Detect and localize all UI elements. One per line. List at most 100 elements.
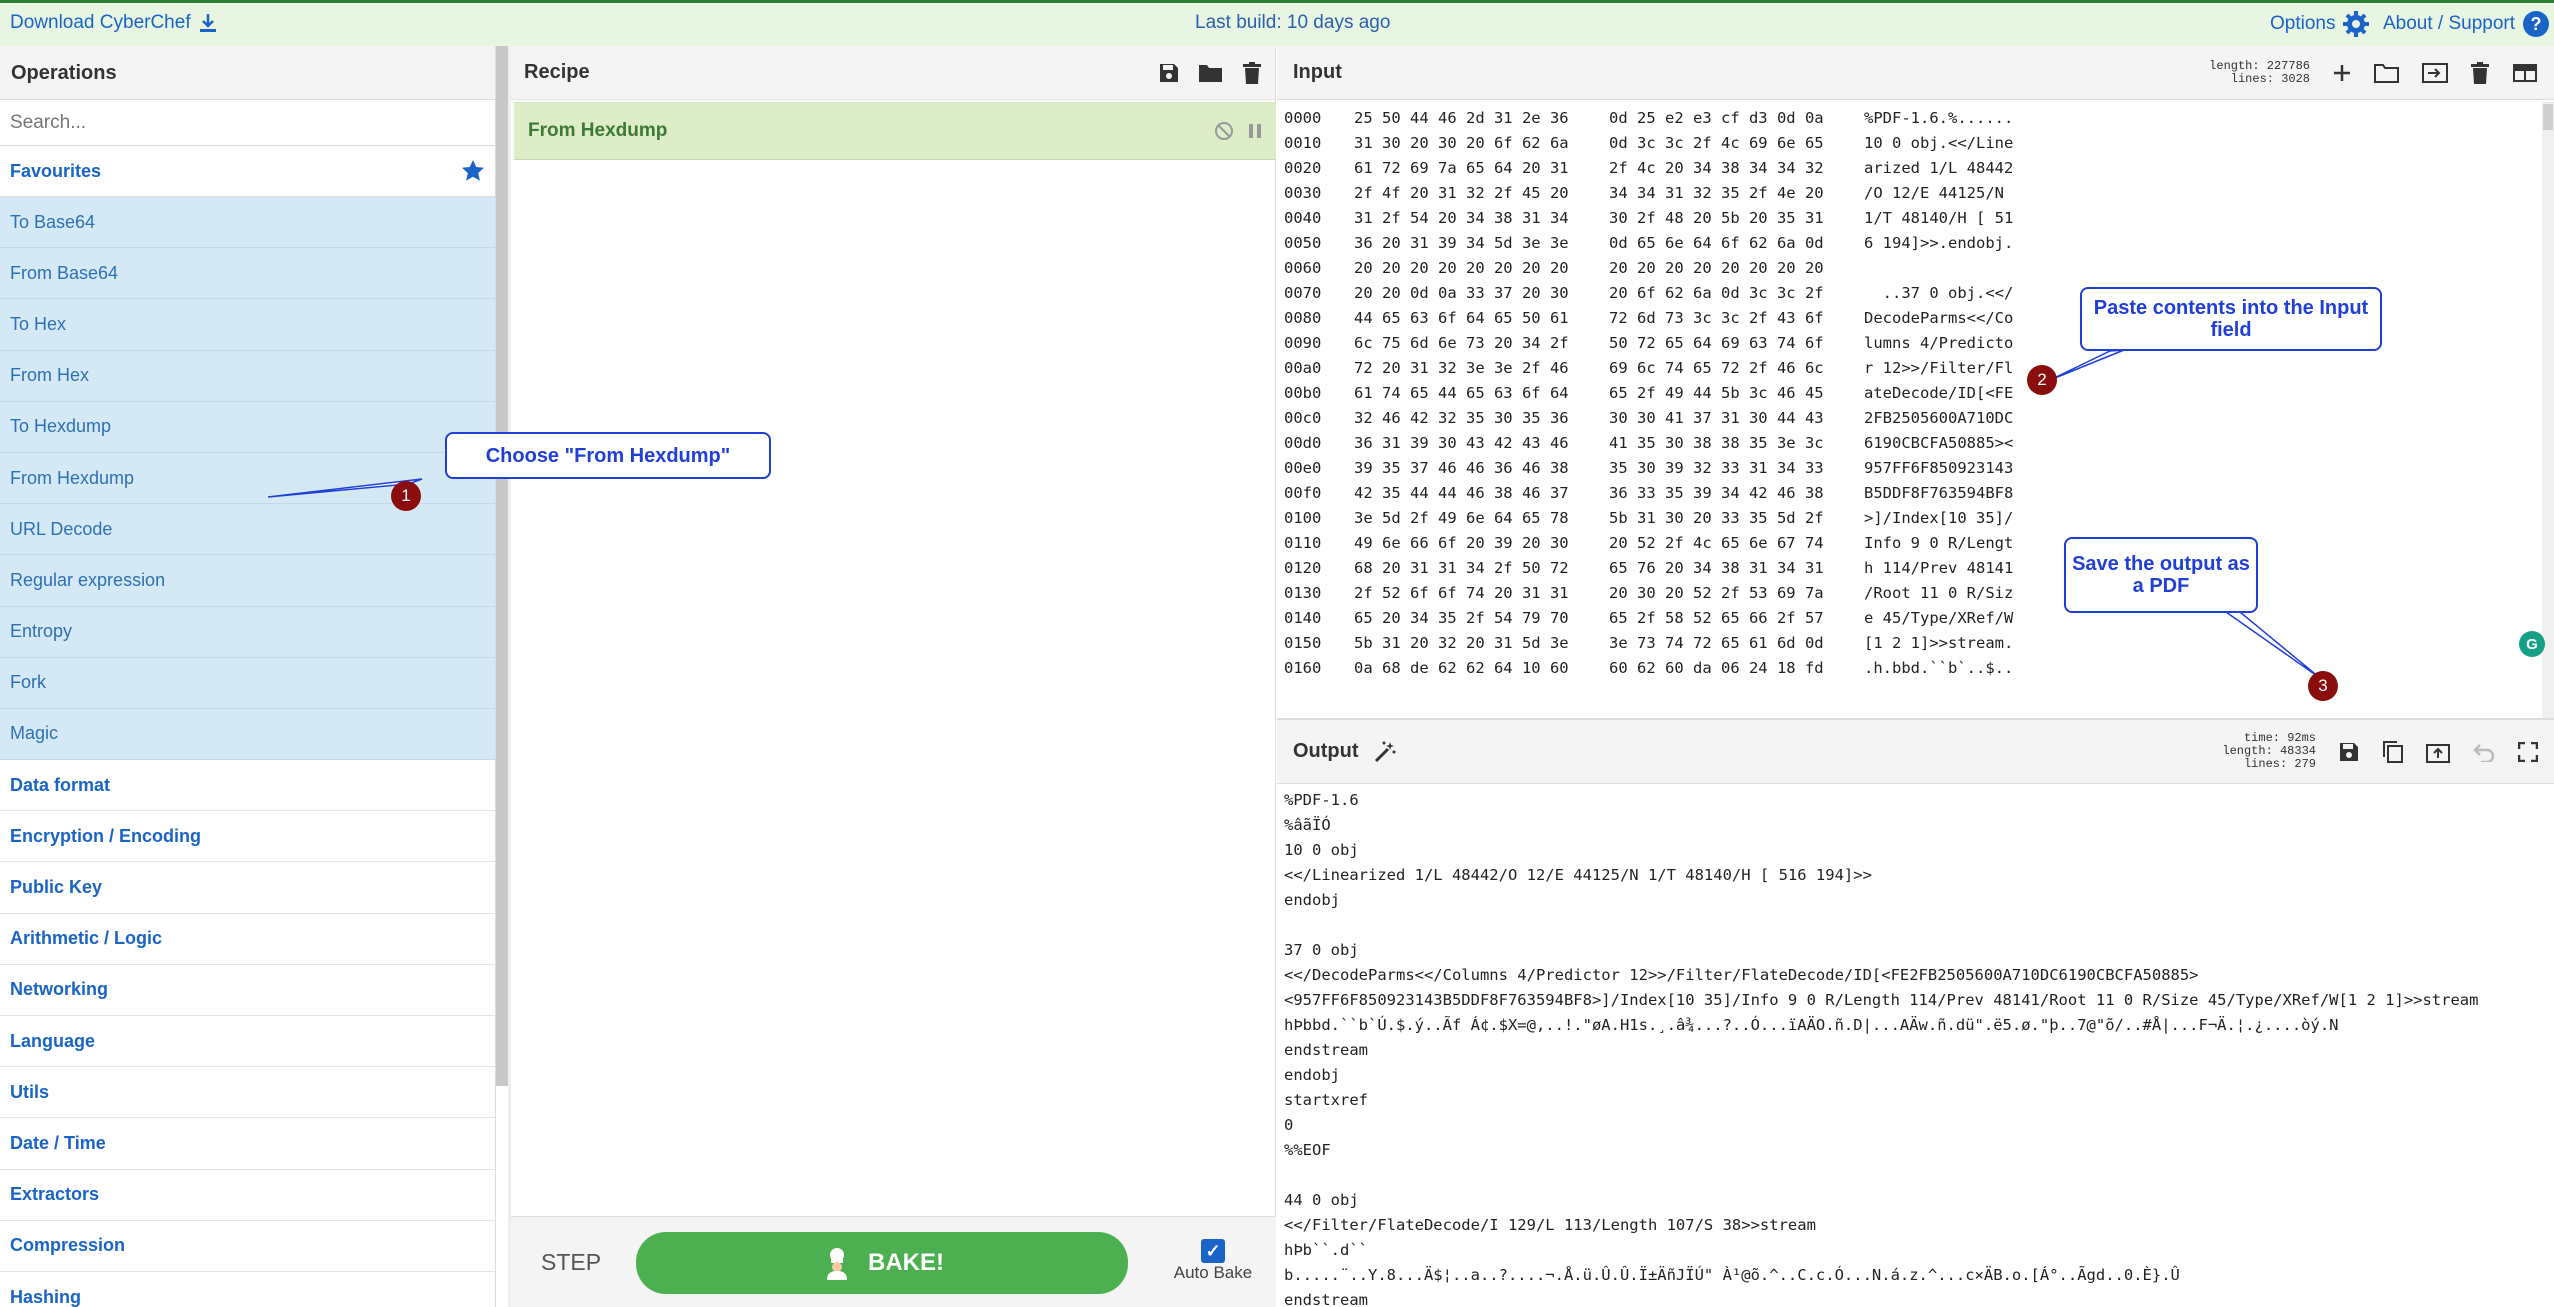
add-tab-icon[interactable]	[2332, 63, 2352, 83]
hexdump-bytes: 65 2f 58 52 65 66 2f 57	[1609, 609, 1824, 627]
save-recipe-icon[interactable]	[1158, 62, 1180, 84]
hexdump-ascii: /Root 11 0 R/Siz	[1864, 584, 2014, 602]
maximize-icon[interactable]	[2518, 741, 2538, 762]
category-public-key[interactable]: Public Key	[0, 862, 495, 914]
hexdump-bytes: 65 2f 49 44 5b 3c 46 45	[1609, 384, 1824, 402]
layout-icon[interactable]	[2512, 63, 2538, 83]
category-data-format[interactable]: Data format	[0, 760, 495, 812]
star-icon[interactable]	[461, 159, 485, 183]
category-label[interactable]: Data format	[10, 775, 110, 796]
input-textarea[interactable]: 0000 25 50 44 46 2d 31 2e 36 0d 25 e2 e3 c…	[1284, 106, 2538, 718]
op-regular-expression[interactable]: Regular expression	[0, 555, 495, 607]
output-text[interactable]: %PDF-1.6 %âãÏÓ 10 0 obj <</Linearized 1/L 4…	[1284, 788, 2538, 1307]
op-entropy[interactable]: Entropy	[0, 606, 495, 658]
download-icon[interactable]	[199, 13, 217, 33]
op-to-base64[interactable]: To Base64	[0, 197, 495, 249]
category-language[interactable]: Language	[0, 1016, 495, 1068]
op-label[interactable]: From Hex	[10, 365, 89, 386]
pause-op-icon[interactable]	[1248, 122, 1262, 140]
category-label[interactable]: Encryption / Encoding	[10, 826, 201, 847]
favourites-header[interactable]: Favourites	[0, 146, 495, 197]
load-recipe-icon[interactable]	[1198, 62, 1224, 84]
op-label[interactable]: To Hexdump	[10, 416, 111, 437]
recipe-op-from-hexdump[interactable]: From Hexdump	[514, 102, 1276, 160]
search-box[interactable]	[0, 100, 495, 146]
category-date-time[interactable]: Date / Time	[0, 1118, 495, 1170]
output-line: %âãÏÓ	[1284, 816, 1331, 834]
hexdump-bytes: 69 6c 74 65 72 2f 46 6c	[1609, 359, 1824, 377]
category-label[interactable]: Date / Time	[10, 1133, 106, 1154]
op-label[interactable]: From Base64	[10, 263, 118, 284]
magic-wand-icon[interactable]	[1373, 740, 1397, 764]
input-scroll-thumb[interactable]	[2543, 104, 2553, 130]
category-label[interactable]: Extractors	[10, 1184, 99, 1205]
op-label[interactable]: Magic	[10, 723, 58, 744]
auto-bake-toggle[interactable]: ✓ Auto Bake	[1163, 1239, 1263, 1283]
input-stats: length: 227786 lines: 3028	[2209, 59, 2310, 86]
undo-icon[interactable]	[2472, 742, 2496, 762]
category-label[interactable]: Utils	[10, 1082, 49, 1103]
hexdump-offset: 0050	[1284, 234, 1322, 252]
about-support-button[interactable]: About / Support ?	[2383, 11, 2550, 37]
hexdump-bytes: 72 6d 73 3c 3c 2f 43 6f	[1609, 309, 1824, 327]
options-button[interactable]: Options	[2270, 11, 2370, 37]
hexdump-ascii: >]/Index[10 35]/	[1864, 509, 2014, 527]
category-hashing[interactable]: Hashing	[0, 1272, 495, 1307]
category-label[interactable]: Networking	[10, 979, 108, 1000]
category-encryption-encoding[interactable]: Encryption / Encoding	[0, 811, 495, 863]
download-label[interactable]: Download CyberChef	[10, 12, 191, 34]
op-fork[interactable]: Fork	[0, 657, 495, 709]
op-magic[interactable]: Magic	[0, 708, 495, 761]
op-label[interactable]: To Hex	[10, 314, 66, 335]
category-compression[interactable]: Compression	[0, 1221, 495, 1272]
checkbox-checked-icon[interactable]: ✓	[1201, 1239, 1225, 1263]
open-folder-icon[interactable]	[2374, 62, 2400, 84]
op-from-hex[interactable]: From Hex	[0, 350, 495, 402]
op-label[interactable]: To Base64	[10, 212, 95, 233]
grammarly-icon[interactable]: G	[2519, 631, 2545, 657]
category-utils[interactable]: Utils	[0, 1067, 495, 1119]
output-line: %%EOF	[1284, 1141, 1331, 1159]
category-label[interactable]: Hashing	[10, 1287, 81, 1307]
replace-input-icon[interactable]	[2426, 741, 2450, 763]
bake-button[interactable]: BAKE!	[636, 1232, 1128, 1294]
step-button[interactable]: STEP	[541, 1249, 601, 1276]
op-to-hex[interactable]: To Hex	[0, 299, 495, 351]
op-label[interactable]: Entropy	[10, 621, 72, 642]
clear-recipe-icon[interactable]	[1242, 61, 1262, 84]
op-to-hexdump[interactable]: To Hexdump	[0, 401, 495, 453]
clear-input-icon[interactable]	[2470, 61, 2490, 84]
category-extractors[interactable]: Extractors	[0, 1170, 495, 1221]
category-label[interactable]: Language	[10, 1031, 95, 1052]
gear-icon[interactable]	[2343, 11, 2370, 37]
search-input[interactable]	[10, 111, 485, 134]
input-scrollbar[interactable]	[2542, 102, 2554, 718]
op-from-base64[interactable]: From Base64	[0, 248, 495, 300]
callout-step3-text: Save the output as a PDF	[2072, 553, 2250, 597]
op-label[interactable]: URL Decode	[10, 519, 112, 540]
op-url-decode[interactable]: URL Decode	[0, 504, 495, 556]
copy-output-icon[interactable]	[2382, 740, 2404, 764]
favourites-label[interactable]: Favourites	[10, 161, 101, 182]
save-output-icon[interactable]	[2338, 741, 2360, 763]
op-label[interactable]: From Hexdump	[10, 468, 134, 489]
operations-scrollbar[interactable]	[496, 46, 508, 1086]
open-file-icon[interactable]	[2422, 62, 2448, 84]
category-arithmetic-logic[interactable]: Arithmetic / Logic	[0, 914, 495, 965]
category-label[interactable]: Arithmetic / Logic	[10, 928, 162, 949]
download-link[interactable]: Download CyberChef	[10, 12, 217, 34]
bake-label[interactable]: BAKE!	[868, 1249, 944, 1277]
auto-bake-label[interactable]: Auto Bake	[1163, 1263, 1263, 1283]
options-label[interactable]: Options	[2270, 13, 2335, 35]
category-label[interactable]: Public Key	[10, 877, 102, 898]
disable-op-icon[interactable]	[1214, 121, 1234, 141]
hexdump-bytes: 60 62 60 da 06 24 18 fd	[1609, 659, 1824, 677]
category-networking[interactable]: Networking	[0, 965, 495, 1016]
op-label[interactable]: Regular expression	[10, 570, 165, 591]
help-icon[interactable]: ?	[2523, 11, 2550, 37]
hexdump-offset: 0040	[1284, 209, 1322, 227]
hexdump-offset: 0000	[1284, 109, 1322, 127]
category-label[interactable]: Compression	[10, 1235, 125, 1256]
op-label[interactable]: Fork	[10, 672, 46, 693]
about-label[interactable]: About / Support	[2383, 13, 2515, 35]
